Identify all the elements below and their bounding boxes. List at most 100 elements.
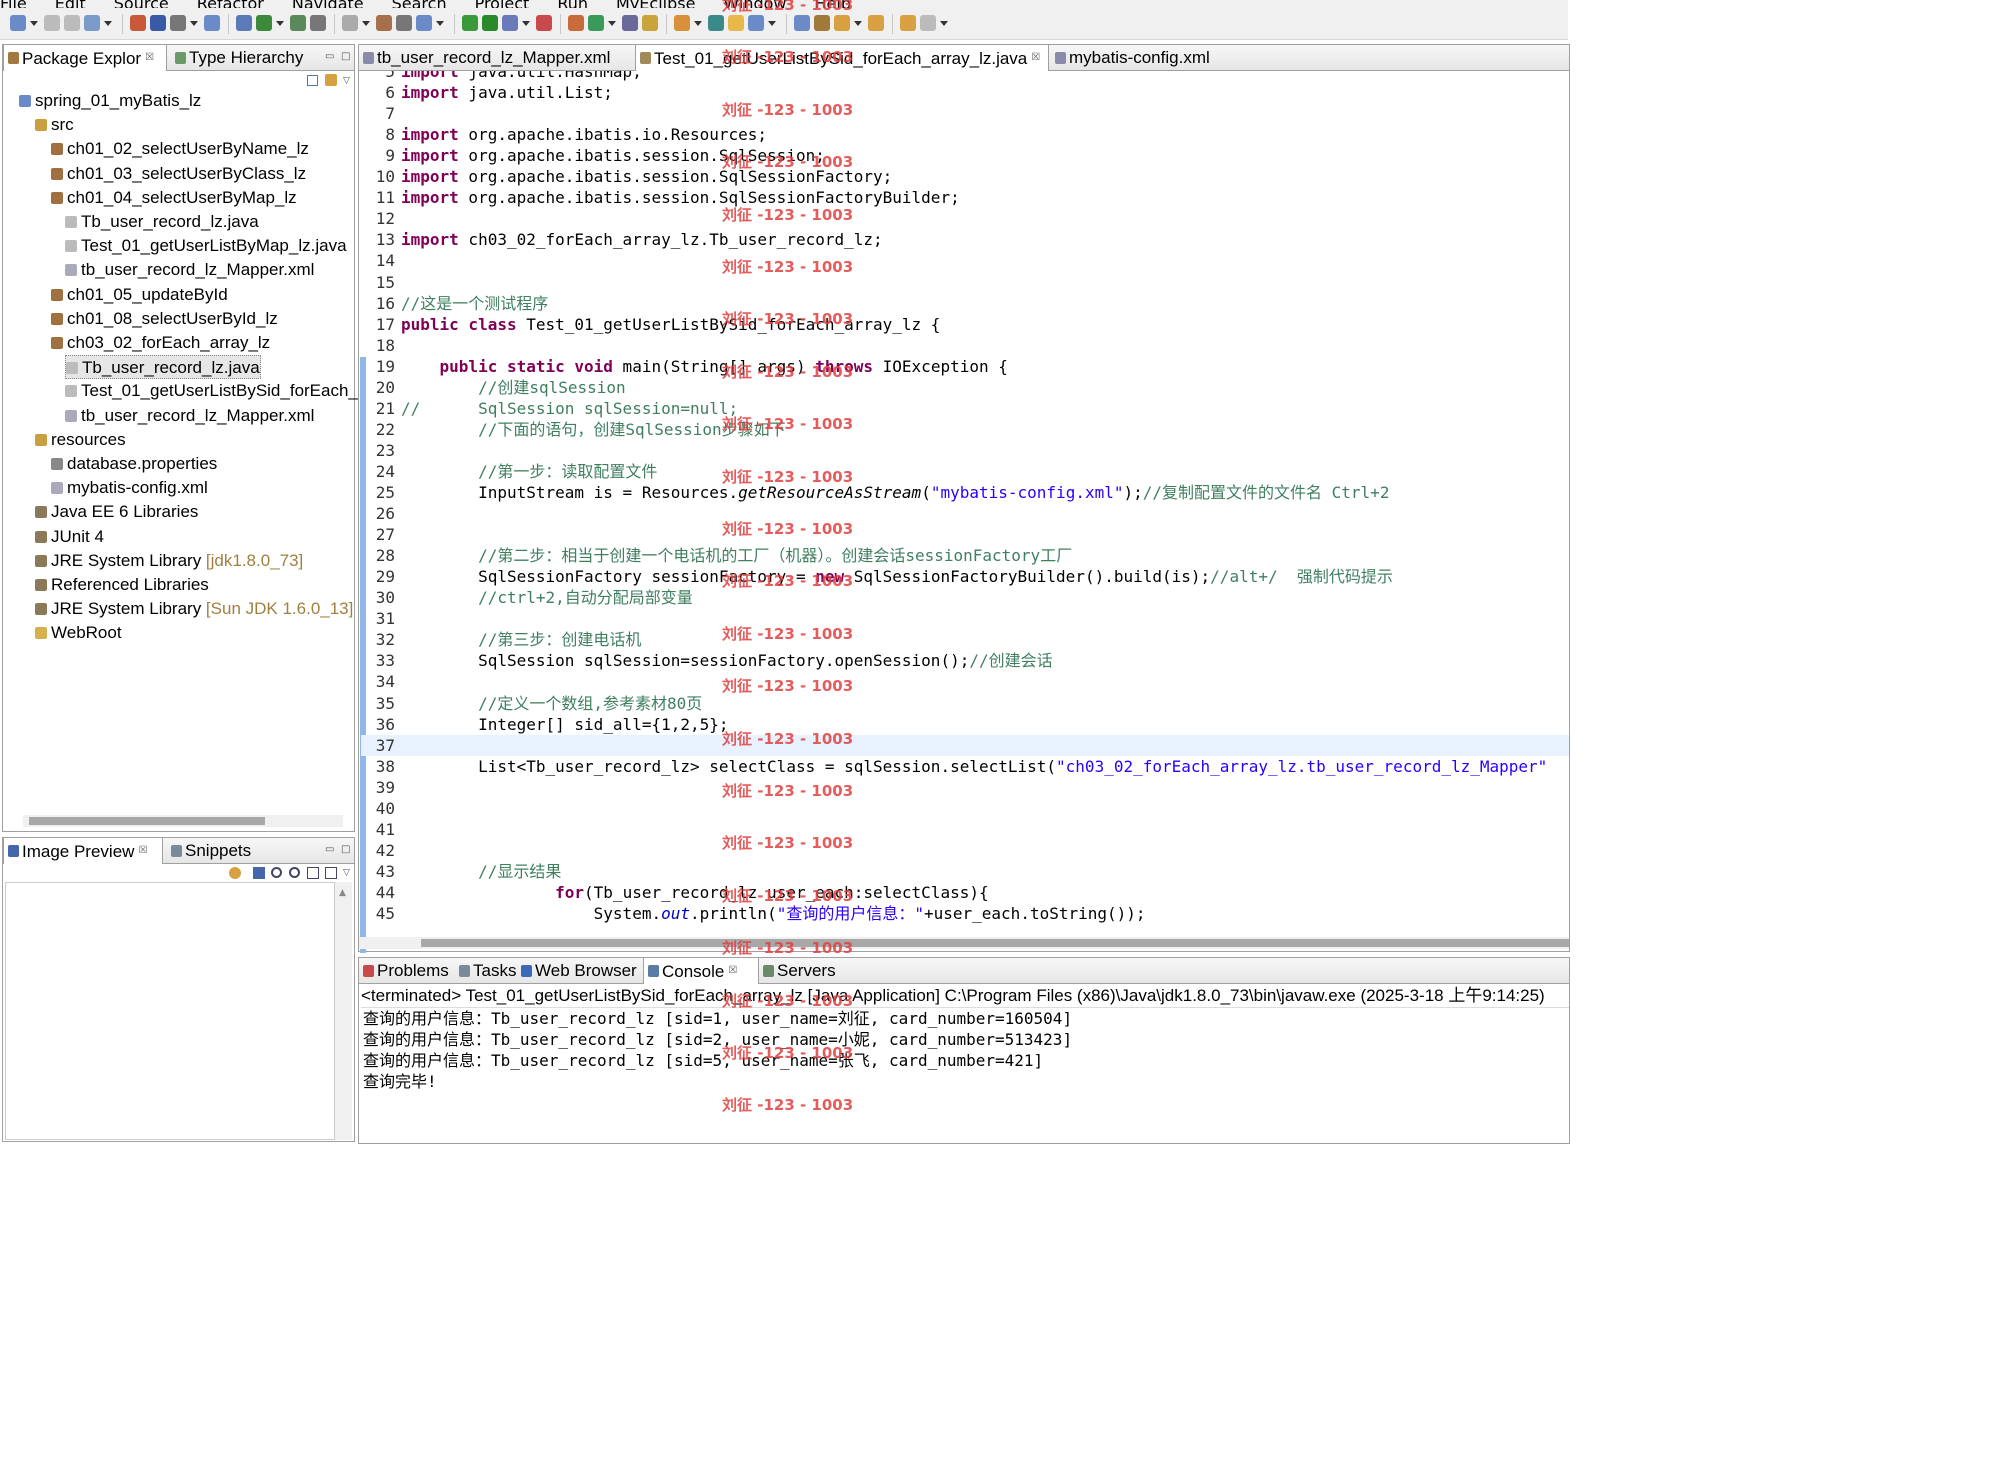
dropdown-arrow-icon[interactable]: [940, 21, 948, 26]
tree-item[interactable]: ch01_08_selectUserById_lz: [51, 307, 278, 331]
menu-edit[interactable]: Edit: [55, 0, 86, 8]
toolbar-button-icon[interactable]: [342, 15, 358, 31]
menu-project[interactable]: Project: [475, 0, 530, 8]
toolbar-button-icon[interactable]: [150, 15, 166, 31]
tree-item[interactable]: JRE System Library [jdk1.8.0_73]: [35, 549, 303, 573]
actual-size-icon[interactable]: [325, 867, 337, 879]
menu-run[interactable]: Run: [557, 0, 588, 8]
dropdown-arrow-icon[interactable]: [522, 21, 530, 26]
tree-item[interactable]: spring_01_myBatis_lz: [19, 89, 201, 113]
menu-refactor[interactable]: Refactor: [197, 0, 264, 8]
console-output[interactable]: 查询的用户信息：Tb_user_record_lz [sid=1, user_n…: [359, 1008, 1569, 1143]
editor-hscroll-thumb[interactable]: [421, 939, 1569, 947]
view-menu-icon[interactable]: ▽: [343, 868, 350, 878]
toolbar-button-icon[interactable]: [64, 15, 80, 31]
tab-web-browser[interactable]: Web Browser: [517, 958, 641, 984]
toolbar-button-icon[interactable]: [834, 15, 850, 31]
editor-hscrollbar[interactable]: [359, 937, 1569, 949]
fit-icon[interactable]: [307, 867, 319, 879]
menu-help[interactable]: Help: [815, 0, 851, 8]
toolbar-button-icon[interactable]: [536, 15, 552, 31]
dropdown-arrow-icon[interactable]: [362, 21, 370, 26]
tree-item[interactable]: Test_01_getUserListByMap_lz.java: [65, 234, 347, 258]
tree-item[interactable]: database.properties: [51, 452, 217, 476]
tab-mybatis-config-xml[interactable]: mybatis-config.xml: [1051, 45, 1233, 71]
minimize-icon[interactable]: ▭: [325, 51, 334, 62]
tab-image-preview[interactable]: Image Preview ☒: [3, 838, 163, 864]
toolbar-button-icon[interactable]: [728, 15, 744, 31]
dropdown-arrow-icon[interactable]: [854, 21, 862, 26]
toolbar-button-icon[interactable]: [204, 15, 220, 31]
dropdown-arrow-icon[interactable]: [608, 21, 616, 26]
close-icon[interactable]: ☒: [728, 965, 737, 976]
tree-item[interactable]: Test_01_getUserListBySid_forEach_: [65, 379, 358, 403]
code-area[interactable]: 5 import java.util.HashMap; 6 import java.u…: [361, 71, 1569, 935]
tree-item[interactable]: ch01_03_selectUserByClass_lz: [51, 162, 306, 186]
tree-item[interactable]: Java EE 6 Libraries: [35, 500, 198, 524]
tree-item[interactable]: tb_user_record_lz_Mapper.xml: [65, 404, 314, 428]
toolbar-button-icon[interactable]: [502, 15, 518, 31]
tree-item[interactable]: resources: [35, 428, 126, 452]
dropdown-arrow-icon[interactable]: [436, 21, 444, 26]
toolbar-button-icon[interactable]: [642, 15, 658, 31]
minimize-icon[interactable]: ▭: [325, 844, 334, 855]
menu-navigate[interactable]: Navigate: [292, 0, 364, 8]
view-menu-icon[interactable]: ▽: [343, 76, 350, 86]
collapse-all-icon[interactable]: [307, 75, 318, 86]
tree-item[interactable]: Referenced Libraries: [35, 573, 209, 597]
tab-test-01-getuserlistbysid-foreach-array-lz-java[interactable]: Test_01_getUserListBySid_forEach_array_l…: [635, 45, 1049, 71]
toolbar-button-icon[interactable]: [130, 15, 146, 31]
tree-item[interactable]: Tb_user_record_lz.java: [65, 355, 261, 380]
toolbar-button-icon[interactable]: [170, 15, 186, 31]
toolbar-button-icon[interactable]: [376, 15, 392, 31]
refresh-icon[interactable]: [229, 867, 241, 879]
close-icon[interactable]: ☒: [145, 52, 154, 63]
menu-file[interactable]: File: [0, 0, 27, 8]
dropdown-arrow-icon[interactable]: [768, 21, 776, 26]
tree-item[interactable]: mybatis-config.xml: [51, 476, 208, 500]
image-icon[interactable]: [253, 867, 265, 879]
dropdown-arrow-icon[interactable]: [190, 21, 198, 26]
maximize-icon[interactable]: □: [341, 844, 350, 855]
tree-item[interactable]: WebRoot: [35, 621, 122, 645]
tree-item[interactable]: tb_user_record_lz_Mapper.xml: [65, 258, 314, 282]
toolbar-button-icon[interactable]: [236, 15, 252, 31]
toolbar-button-icon[interactable]: [482, 15, 498, 31]
toolbar-button-icon[interactable]: [10, 15, 26, 31]
toolbar-button-icon[interactable]: [416, 15, 432, 31]
tree-item[interactable]: JRE System Library [Sun JDK 1.6.0_13]: [35, 597, 353, 621]
tree-item[interactable]: ch01_05_updateById: [51, 283, 228, 307]
toolbar-button-icon[interactable]: [588, 15, 604, 31]
preview-vscrollbar[interactable]: ▲: [335, 882, 352, 1140]
menu-source[interactable]: Source: [114, 0, 169, 8]
toolbar-button-icon[interactable]: [44, 15, 60, 31]
toolbar-button-icon[interactable]: [568, 15, 584, 31]
tree-item[interactable]: Tb_user_record_lz.java: [65, 210, 259, 234]
toolbar-button-icon[interactable]: [84, 15, 100, 31]
zoom-out-icon[interactable]: [271, 867, 282, 878]
tab-console[interactable]: Console ☒: [643, 958, 759, 984]
dropdown-arrow-icon[interactable]: [276, 21, 284, 26]
dropdown-arrow-icon[interactable]: [694, 21, 702, 26]
toolbar-button-icon[interactable]: [290, 15, 306, 31]
toolbar-button-icon[interactable]: [920, 15, 936, 31]
tree-item[interactable]: src: [35, 113, 74, 137]
tree-item[interactable]: ch01_04_selectUserByMap_lz: [51, 186, 297, 210]
menu-myeclipse[interactable]: MyEclipse: [616, 0, 695, 8]
toolbar-button-icon[interactable]: [256, 15, 272, 31]
toolbar-button-icon[interactable]: [794, 15, 810, 31]
close-icon[interactable]: ☒: [1031, 52, 1040, 63]
toolbar-button-icon[interactable]: [622, 15, 638, 31]
dropdown-arrow-icon[interactable]: [30, 21, 38, 26]
tab-servers[interactable]: Servers: [759, 958, 839, 984]
explorer-hscroll-thumb[interactable]: [29, 817, 265, 825]
tree-item[interactable]: ch03_02_forEach_array_lz: [51, 331, 270, 355]
tab-tb-user-record-lz-mapper-xml[interactable]: tb_user_record_lz_Mapper.xml: [359, 45, 631, 71]
tab-package-explor[interactable]: Package Explor ☒: [3, 45, 167, 71]
toolbar-button-icon[interactable]: [748, 15, 764, 31]
explorer-hscrollbar[interactable]: [23, 815, 343, 827]
tab-problems[interactable]: Problems: [359, 958, 455, 984]
link-with-editor-icon[interactable]: [325, 74, 337, 86]
tab-snippets[interactable]: Snippets: [167, 838, 263, 864]
tab-tasks[interactable]: Tasks: [455, 958, 517, 984]
